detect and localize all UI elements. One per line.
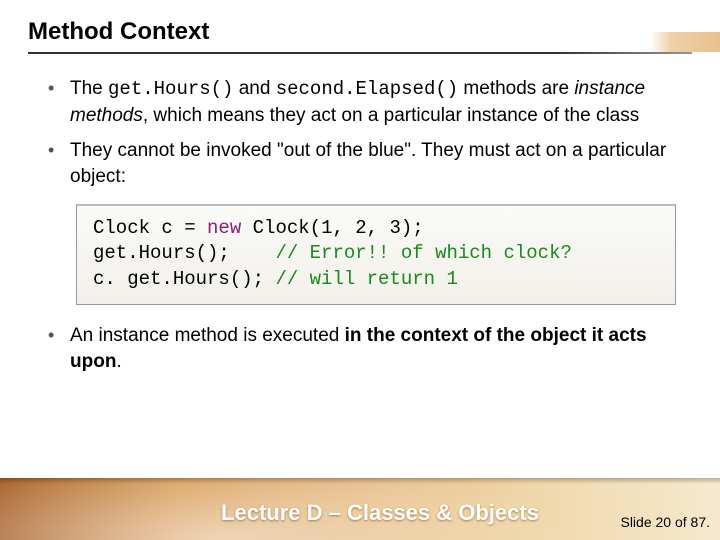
- code-l2a: get.Hours();: [93, 242, 275, 264]
- slide-title: Method Context: [28, 18, 692, 52]
- bullet-2: They cannot be invoked "out of the blue"…: [42, 138, 678, 189]
- content-area: The get.Hours() and second.Elapsed() met…: [28, 58, 692, 375]
- slide-number: Slide 20 of 87.: [620, 514, 710, 530]
- title-underline: [28, 52, 692, 54]
- bullet-3: An instance method is executed in the co…: [42, 323, 678, 374]
- bullet-list-2: An instance method is executed in the co…: [42, 323, 678, 374]
- code-l3a: c. get.Hours();: [93, 268, 275, 290]
- bullet-1-text-d: , which means they act on a particular i…: [143, 105, 639, 126]
- code-block: Clock c = new Clock(1, 2, 3); get.Hours(…: [76, 204, 676, 306]
- bullet-1-text-a: The: [70, 78, 108, 99]
- slide: Method Context The get.Hours() and secon…: [0, 0, 720, 540]
- bullet-1-text-c: methods are: [458, 78, 574, 99]
- title-accent: [650, 32, 720, 52]
- footer: Lecture D – Classes & Objects Slide 20 o…: [0, 478, 720, 540]
- bullet-1-code-1: get.Hours(): [108, 78, 233, 100]
- lecture-title: Lecture D – Classes & Objects: [0, 500, 720, 526]
- code-l2-comment: // Error!! of which clock?: [275, 242, 571, 264]
- bullet-list: The get.Hours() and second.Elapsed() met…: [42, 76, 678, 190]
- code-l1-keyword: new: [207, 217, 241, 239]
- code-l1a: Clock c =: [93, 217, 207, 239]
- bullet-3-text-a: An instance method is executed: [70, 325, 345, 346]
- bullet-1-text-b: and: [233, 78, 275, 99]
- code-l1b: Clock(1, 2, 3);: [241, 217, 423, 239]
- code-l3-comment: // will return 1: [275, 268, 457, 290]
- bullet-1-code-2: second.Elapsed(): [276, 78, 458, 100]
- bullet-1: The get.Hours() and second.Elapsed() met…: [42, 76, 678, 128]
- footer-shadow: [0, 478, 720, 484]
- bullet-3-text-b: .: [116, 351, 121, 372]
